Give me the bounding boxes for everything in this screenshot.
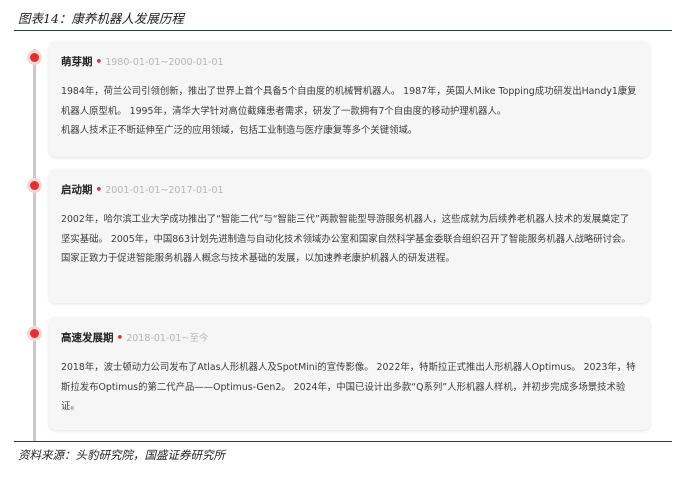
phase-card-1: 萌芽期 • 1980-01-01~2000-01-01 1984年，荷兰公司引领创新… <box>49 41 650 157</box>
phase-header: 高速发展期 • 2018-01-01~至今 <box>61 331 638 346</box>
timeline-dot-2 <box>27 178 42 193</box>
phase-date-range: 2018-01-01~至今 <box>126 333 209 344</box>
phase-name: 启动期 <box>61 184 93 196</box>
phase-name: 高速发展期 <box>61 332 114 344</box>
timeline-dot-1 <box>27 50 42 65</box>
phase-name: 萌芽期 <box>61 56 93 68</box>
phase-paragraph: 1984年，荷兰公司引领创新，推出了世界上首个具备5个自由度的机械臂机器人。 1… <box>61 86 637 117</box>
separator-dot: • <box>95 184 103 196</box>
bottom-rule <box>14 441 672 442</box>
top-rule <box>14 30 672 31</box>
phase-paragraph: 2018年，波士顿动力公司发布了Atlas人形机器人及SpotMini的宣传影像… <box>61 362 636 412</box>
separator-dot: • <box>116 332 124 344</box>
timeline-line <box>33 49 36 441</box>
phase-paragraph: 国家正致力于促进智能服务机器人概念与技术基础的发展，以加速养老康护机器人的研发进… <box>61 253 455 264</box>
phase-card-3: 高速发展期 • 2018-01-01~至今 2018年，波士顿动力公司发布了Atla… <box>49 317 650 430</box>
phase-header: 萌芽期 • 1980-01-01~2000-01-01 <box>61 55 638 70</box>
source-note: 资料来源：头豹研究院，国盛证券研究所 <box>18 448 225 462</box>
phase-date-range: 2001-01-01~2017-01-01 <box>105 185 224 196</box>
phase-date-range: 1980-01-01~2000-01-01 <box>105 57 224 68</box>
phase-paragraph: 机器人技术正不断延伸至广泛的应用领域，包括工业制造与医疗康复等多个关键领域。 <box>61 125 418 136</box>
timeline-dot-3 <box>27 326 42 341</box>
phase-paragraph: 2002年，哈尔滨工业大学成功推出了“智能二代”与“智能三代”两款智能型导游服务… <box>61 214 631 245</box>
phase-card-2: 启动期 • 2001-01-01~2017-01-01 2002年，哈尔滨工业大学成… <box>49 169 650 303</box>
phase-header: 启动期 • 2001-01-01~2017-01-01 <box>61 183 638 198</box>
separator-dot: • <box>95 56 103 68</box>
figure-title: 图表14：康养机器人发展历程 <box>18 11 184 26</box>
